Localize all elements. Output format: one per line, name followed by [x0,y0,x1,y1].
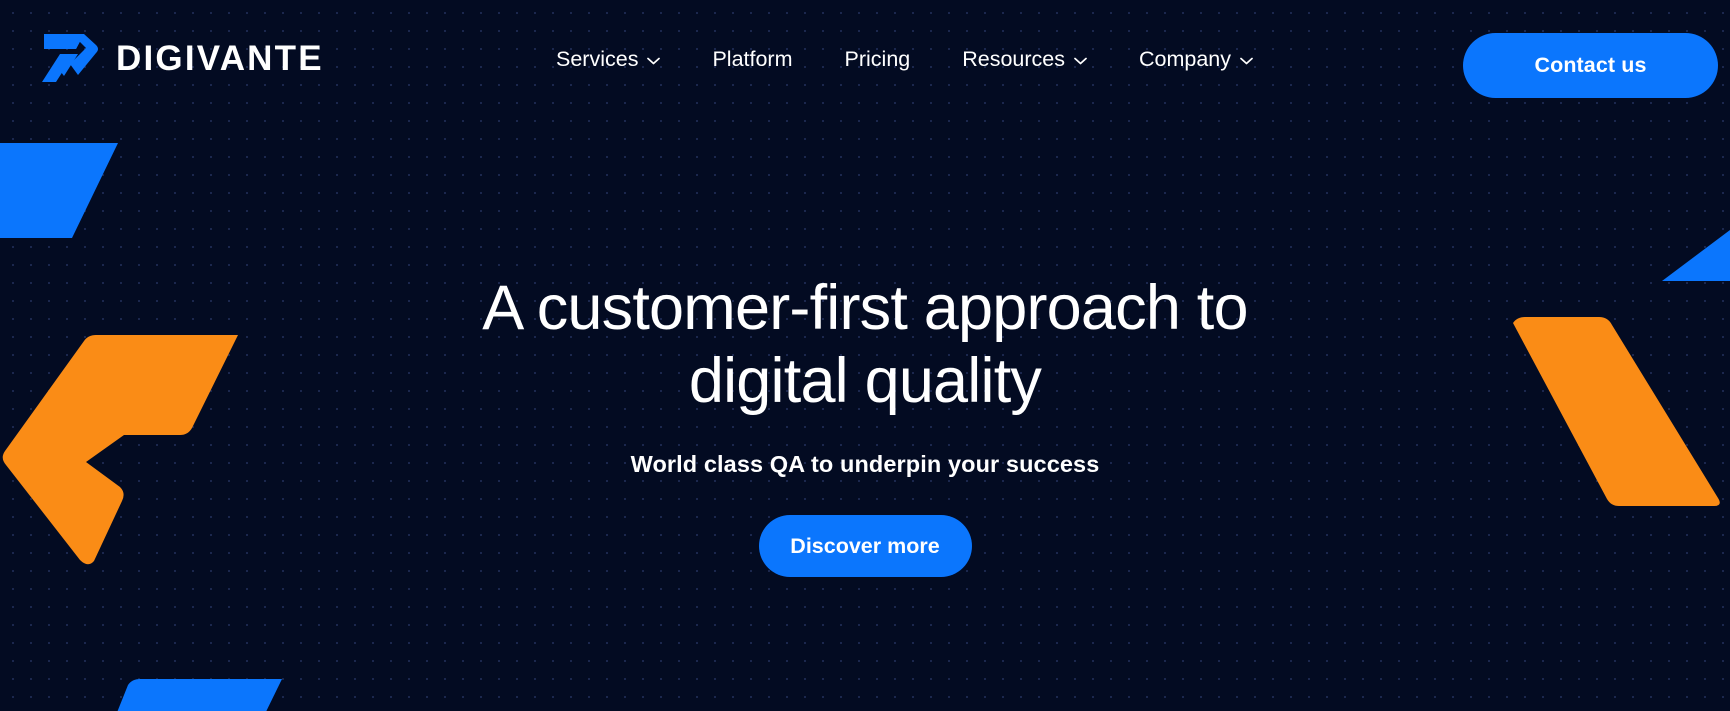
nav-label: Resources [962,47,1065,71]
discover-more-button[interactable]: Discover more [758,515,972,578]
nav-item-services[interactable]: Services [530,43,686,75]
brand-logo-link[interactable]: DIGIVANTE [40,32,324,84]
chevron-down-icon [647,57,661,65]
nav-item-resources[interactable]: Resources [936,43,1113,75]
digivante-d-mark-icon [40,32,102,84]
orange-chevron-left [2,335,238,565]
hero-heading-line-2: digital quality [688,346,1042,417]
logo-svg [42,34,98,82]
main-navigation: Services Platform Pricing Resources Comp… [530,43,1279,75]
chevron-down-icon [1240,57,1253,65]
contact-us-button[interactable]: Contact us [1463,33,1718,98]
hero-heading-line-1: A customer-first approach to [482,273,1248,343]
blue-triangle-right [1662,230,1730,281]
nav-item-company[interactable]: Company [1113,43,1279,75]
site-header: DIGIVANTE Services Platform Pricing Reso… [0,0,1730,118]
hero-heading: A customer-first approach to digital qua… [385,272,1345,418]
blue-parallelogram-bottom-left [117,679,282,711]
orange-parallelogram-right [1513,317,1720,506]
nav-label: Services [556,47,639,71]
nav-label: Company [1139,47,1232,71]
blue-parallelogram-top-left [0,143,118,238]
hero-subheading: World class QA to underpin your success [630,451,1100,478]
nav-label: Platform [712,47,793,71]
chevron-down-icon [1074,57,1087,65]
brand-wordmark: DIGIVANTE [116,38,324,78]
nav-label: Pricing [844,47,911,71]
nav-item-platform[interactable]: Platform [686,43,818,75]
nav-item-pricing[interactable]: Pricing [819,43,937,75]
